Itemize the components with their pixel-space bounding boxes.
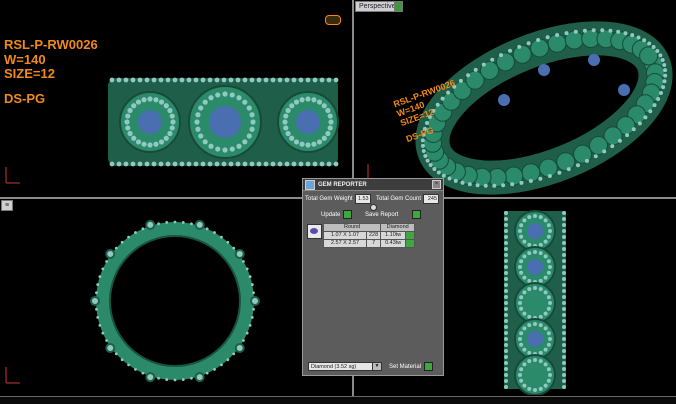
gem-weight-cell: 1.10tw: [380, 231, 407, 240]
row-select-button[interactable]: [405, 231, 416, 240]
designer-line: DS-PG: [4, 90, 46, 106]
gem-reporter-titlebar[interactable]: GEM REPORTER ×: [303, 179, 443, 191]
view-cube-icon[interactable]: [325, 15, 341, 25]
model-code-label: RSL-P-RW0026 W=140 SIZE=12 DS-PG: [4, 37, 98, 106]
set-material-button[interactable]: [424, 362, 434, 371]
axis-gizmo-icon: [5, 367, 20, 384]
gem-count-cell: 7: [365, 239, 382, 248]
total-count-value: 245: [423, 194, 440, 204]
row-select-button[interactable]: [405, 239, 416, 248]
material-select[interactable]: Diamond (3.52 sg) ▼: [308, 362, 382, 371]
gem-list-area: [307, 275, 437, 355]
width-line: W=140: [4, 51, 46, 67]
table-row[interactable]: 2.57 X 2.57 7 0.43tw: [323, 239, 416, 248]
viewport-bottom-left[interactable]: ≡: [0, 199, 352, 395]
status-bar: [0, 396, 676, 404]
chevron-down-icon[interactable]: ▼: [372, 363, 381, 370]
save-report-button[interactable]: [412, 210, 422, 219]
viewport-top-left[interactable]: RSL-P-RW0026 W=140 SIZE=12 DS-PG: [0, 0, 352, 197]
total-weight-label: Total Gem Weight: [305, 196, 353, 202]
gem-size-cell: 2.57 X 2.57: [323, 239, 367, 248]
left-view-label[interactable]: ≡: [1, 200, 14, 211]
perspective-view-label[interactable]: Perspective: [355, 1, 400, 12]
set-material-label: Set Material: [389, 363, 422, 370]
axis-gizmo-icon: [5, 167, 20, 184]
gem-reporter-title: GEM REPORTER: [318, 181, 367, 188]
viewport-perspective[interactable]: Perspective RSL-P-RW0026 W=140 SIZE=12 D…: [354, 0, 676, 197]
gem-icon: [305, 179, 315, 190]
cad-workspace: RSL-P-RW0026 W=140 SIZE=12 DS-PG Perspec…: [0, 0, 676, 404]
gem-count-cell: 228: [365, 231, 382, 240]
gem-reporter-panel: GEM REPORTER × Total Gem Weight 1.53 Tot…: [302, 178, 444, 376]
ring-side-view: [90, 219, 260, 383]
gem-shape-icon: [307, 224, 322, 239]
update-label: Update: [321, 211, 341, 218]
save-report-label: Save Report: [365, 211, 399, 218]
total-weight-value: 1.53: [354, 194, 371, 204]
material-select-value: Diamond (3.52 sg): [311, 364, 357, 370]
viewport-menu-button[interactable]: [394, 1, 403, 12]
close-icon[interactable]: ×: [432, 180, 441, 189]
update-button[interactable]: [343, 210, 353, 219]
table-row[interactable]: 1.07 X 1.07 228 1.10tw: [323, 231, 416, 240]
material-header: Diamond: [380, 223, 416, 232]
model-code-line: RSL-P-RW0026: [4, 37, 98, 52]
shape-header: Round: [322, 223, 382, 232]
size-line: SIZE=12: [4, 66, 55, 82]
gem-table: Round Diamond 1.07 X 1.07 228 1.10tw 2.5…: [322, 223, 416, 248]
gem-size-cell: 1.07 X 1.07: [323, 231, 367, 240]
gem-table-header: Round Diamond: [322, 223, 416, 232]
total-count-label: Total Gem Count: [376, 196, 422, 202]
gem-weight-cell: 0.43tw: [380, 239, 407, 248]
